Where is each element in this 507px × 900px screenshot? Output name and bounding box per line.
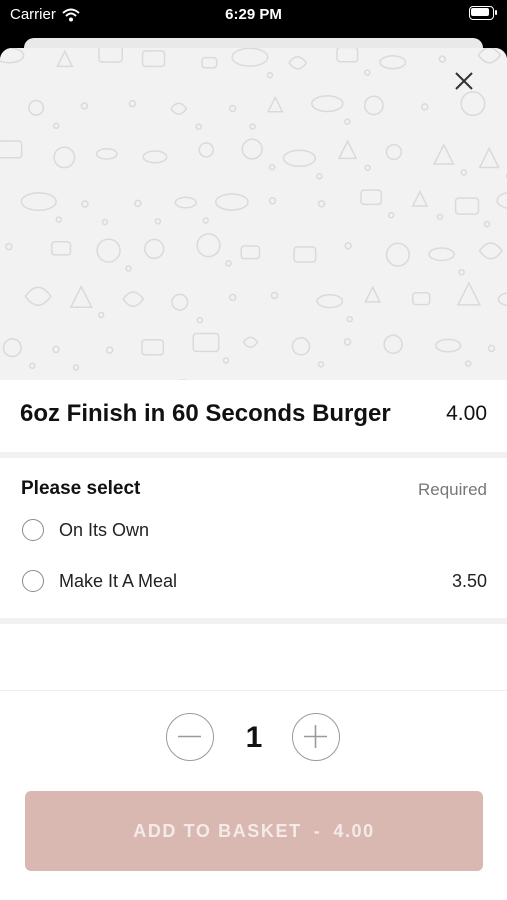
option-label: On Its Own: [59, 520, 150, 540]
item-header: 6oz Finish in 60 Seconds Burger 4.00: [0, 380, 507, 452]
decrease-quantity-button[interactable]: [166, 713, 214, 761]
option-price: 3.50: [451, 571, 487, 591]
plus-icon: [304, 725, 327, 748]
option-label: Make It A Meal: [59, 571, 178, 591]
item-price: 4.00: [446, 402, 487, 425]
add-to-basket-label: ADD TO BASKET: [133, 820, 302, 841]
add-to-basket-price: 4.00: [333, 820, 375, 841]
quantity-section: 1 ADD TO BASKET - 4.00: [0, 690, 507, 900]
item-sheet: 6oz Finish in 60 Seconds Burger 4.00 Ple…: [0, 48, 507, 900]
quantity-value: 1: [245, 721, 263, 754]
close-button[interactable]: [451, 68, 477, 94]
options-section: Please select Required On Its Own Make I…: [0, 458, 507, 620]
add-to-basket-separator: -: [313, 820, 322, 841]
required-badge: Required: [418, 480, 487, 499]
close-icon: [455, 72, 473, 90]
item-image-placeholder: [0, 48, 507, 380]
status-bar: Carrier 6:29 PM: [0, 0, 507, 36]
food-doodle-pattern: [0, 48, 507, 380]
battery-icon: [469, 6, 497, 20]
radio-button[interactable]: [22, 519, 44, 541]
item-name: 6oz Finish in 60 Seconds Burger: [20, 400, 391, 427]
options-title: Please select: [21, 478, 141, 499]
divider: [0, 618, 507, 624]
radio-button[interactable]: [22, 570, 44, 592]
status-time: 6:29 PM: [225, 6, 282, 23]
option-make-it-a-meal[interactable]: Make It A Meal 3.50: [0, 561, 507, 601]
add-to-basket-button[interactable]: ADD TO BASKET - 4.00: [25, 791, 483, 871]
option-on-its-own[interactable]: On Its Own: [0, 510, 507, 550]
minus-icon: [178, 735, 201, 738]
increase-quantity-button[interactable]: [292, 713, 340, 761]
